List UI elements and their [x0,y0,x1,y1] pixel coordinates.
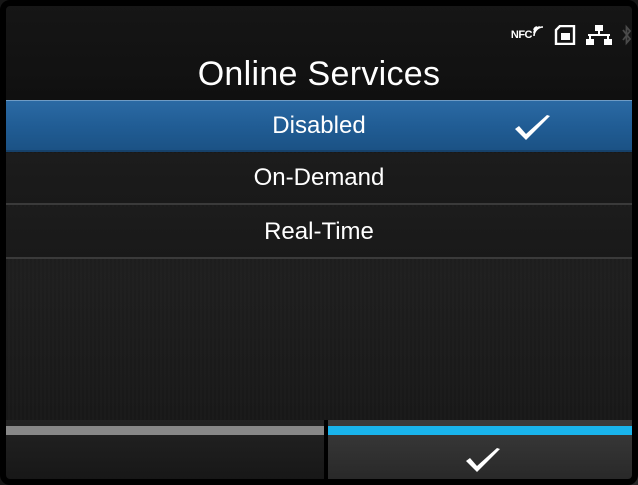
left-soft-key[interactable] [0,420,324,485]
right-key-indicator [328,426,638,435]
check-icon [463,448,503,474]
status-bar: NFC [511,22,632,48]
option-disabled[interactable]: Disabled [0,100,638,152]
footer [0,420,638,485]
nfc-label: NFC [510,29,533,41]
network-icon [586,25,612,45]
option-label: On-Demand [253,164,385,191]
sd-card-icon [554,25,576,45]
left-key-indicator [0,426,324,435]
option-real-time[interactable]: Real-Time [0,207,638,259]
printer-lcd-screen: NFC Online Services Disabled On-Demand R… [0,0,638,485]
option-list: Disabled On-Demand Real-Time [0,100,638,420]
nfc-wave-icon [533,26,544,36]
option-label: Real-Time [264,218,374,245]
selected-check-icon [512,114,552,142]
page-title: Online Services [197,55,441,93]
nfc-icon: NFC [511,22,544,48]
bluetooth-icon [622,24,632,46]
header: NFC Online Services [0,0,638,100]
confirm-soft-key[interactable] [328,420,638,485]
option-on-demand[interactable]: On-Demand [0,153,638,205]
